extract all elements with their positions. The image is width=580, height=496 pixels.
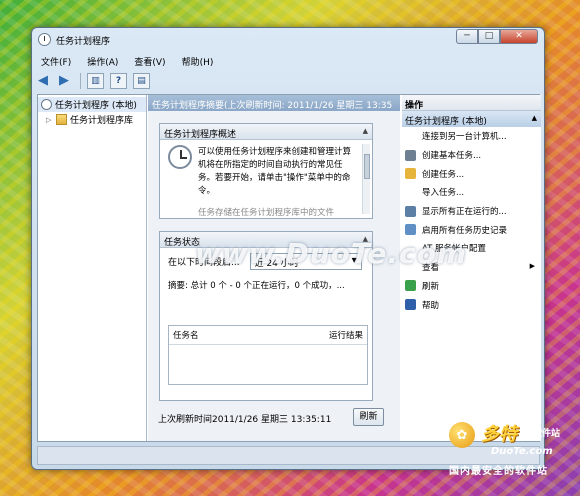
action-item[interactable]: 创建基本任务... [402,146,541,165]
actions-group-label: 任务计划程序 (本地) [405,117,487,127]
action-item[interactable]: 创建任务... [402,164,541,183]
help-icon [405,299,416,311]
clock-icon [168,145,192,169]
task-grid[interactable]: 任务名 运行结果 [168,325,368,385]
logo-cn-small: 软件站 [533,429,561,439]
show-hide-action-pane-icon[interactable]: ▤ [133,73,150,89]
submenu-arrow-icon: ▶ [529,261,535,270]
overview-header[interactable]: 任务计划程序概述 ▲ [160,124,372,140]
flower-icon: ✿ [449,422,475,448]
logo-subtitle: 国内最安全的软件站 [449,466,548,477]
overview-body: 可以使用任务计划程序来创建和管理计算机将在所指定的时间自动执行的常见任务。若要开… [160,140,372,218]
blank-icon [405,130,416,142]
menu-action[interactable]: 操作(A) [84,53,121,70]
clock-icon [41,99,52,110]
clock-icon [38,33,51,46]
action-item[interactable]: 刷新 [402,277,541,296]
logo-en: DuoTe.com [491,446,553,457]
toolbar: ◀ ▶ ▥ ? ▤ [38,70,150,92]
overview-section: 任务计划程序概述 ▲ 可以使用任务计划程序来创建和管理计算机将在所指定的时间自动… [159,123,373,219]
window-title: 任务计划程序 [56,37,111,47]
collapse-icon[interactable]: ▲ [363,127,368,135]
action-item-label: 刷新 [422,281,440,292]
logo-cn: 多特 [481,424,517,445]
blank-icon [405,186,416,198]
watermark-text: www.DuoTe.com [195,237,467,270]
forward-arrow-icon[interactable]: ▶ [59,74,74,88]
overview-text: 可以使用任务计划程序来创建和管理计算机将在所指定的时间自动执行的常见任务。若要开… [198,147,352,196]
expand-arrow-icon[interactable]: ▷ [46,116,56,124]
title-bar[interactable]: 任务计划程序 ─ □ ✕ [32,28,544,52]
last-refresh-text: 上次刷新时间2011/1/26 星期三 13:35:11 [158,415,332,425]
menu-view[interactable]: 查看(V) [131,53,168,70]
overview-scrollbar[interactable] [362,144,370,214]
scrollbar-thumb[interactable] [364,154,370,179]
tree-item-label: 任务计划程序 (本地) [55,101,137,111]
folder-icon [56,114,67,125]
action-item-label: 创建任务... [422,169,465,180]
tree-item-root[interactable]: 任务计划程序 (本地) [38,97,146,112]
refresh-icon [405,280,416,292]
action-item[interactable]: 帮助 [402,295,541,314]
action-item-label: 导入任务... [422,188,465,199]
column-run-result[interactable]: 运行结果 [329,329,363,341]
collapse-icon[interactable]: ▲ [532,114,537,122]
tree-item-library[interactable]: ▷ 任务计划程序库 [38,112,146,127]
help-icon[interactable]: ? [110,73,127,89]
action-item-label: 连接到另一台计算机... [422,132,507,143]
column-task-name[interactable]: 任务名 [173,329,199,341]
summary-footer: 上次刷新时间2011/1/26 星期三 13:35:11 刷新 [148,406,400,430]
action-item[interactable]: 连接到另一台计算机... [402,127,541,146]
close-button[interactable]: ✕ [500,29,538,44]
list-icon [405,205,416,217]
minimize-button[interactable]: ─ [456,29,478,44]
action-item-label: 启用所有任务历史记录 [422,225,508,236]
status-summary: 摘要: 总计 0 个 - 0 个正在运行，0 个成功，... [168,281,345,291]
task-icon [405,168,416,180]
action-item[interactable]: 显示所有正在运行的... [402,202,541,221]
summary-header: 任务计划程序摘要(上次刷新时间: 2011/1/26 星期三 13:35 [148,95,400,111]
overview-text-cut: 任务存储在任务计划程序库中的文件 [198,208,335,218]
actions-group-header[interactable]: 任务计划程序 (本地) ▲ [402,111,541,127]
history-icon [405,224,416,236]
actions-title: 操作 [402,95,541,111]
clock-icon [405,149,416,161]
menu-help[interactable]: 帮助(H) [179,53,217,70]
action-item-label: 显示所有正在运行的... [422,207,507,218]
toolbar-separator [80,73,81,89]
menu-bar: 文件(F) 操作(A) 查看(V) 帮助(H) [38,53,216,70]
action-item-label: 帮助 [422,300,440,311]
menu-file[interactable]: 文件(F) [38,53,74,70]
show-hide-tree-icon[interactable]: ▥ [87,73,104,89]
action-item[interactable]: 导入任务... [402,183,541,202]
tree-item-label: 任务计划程序库 [70,116,134,126]
action-item-label: 创建基本任务... [422,151,482,162]
back-arrow-icon[interactable]: ◀ [38,74,53,88]
action-list: 连接到另一台计算机... 创建基本任务... 创建任务... 导入任务... 显示所有正… [402,127,541,314]
maximize-button[interactable]: □ [478,29,500,44]
overview-title: 任务计划程序概述 [164,130,237,140]
site-logo: ✿ 多特 软件站 DuoTe.com 国内最安全的软件站 [445,418,580,478]
refresh-button[interactable]: 刷新 [353,408,384,426]
navigation-tree: 任务计划程序 (本地) ▷ 任务计划程序库 [38,95,147,441]
